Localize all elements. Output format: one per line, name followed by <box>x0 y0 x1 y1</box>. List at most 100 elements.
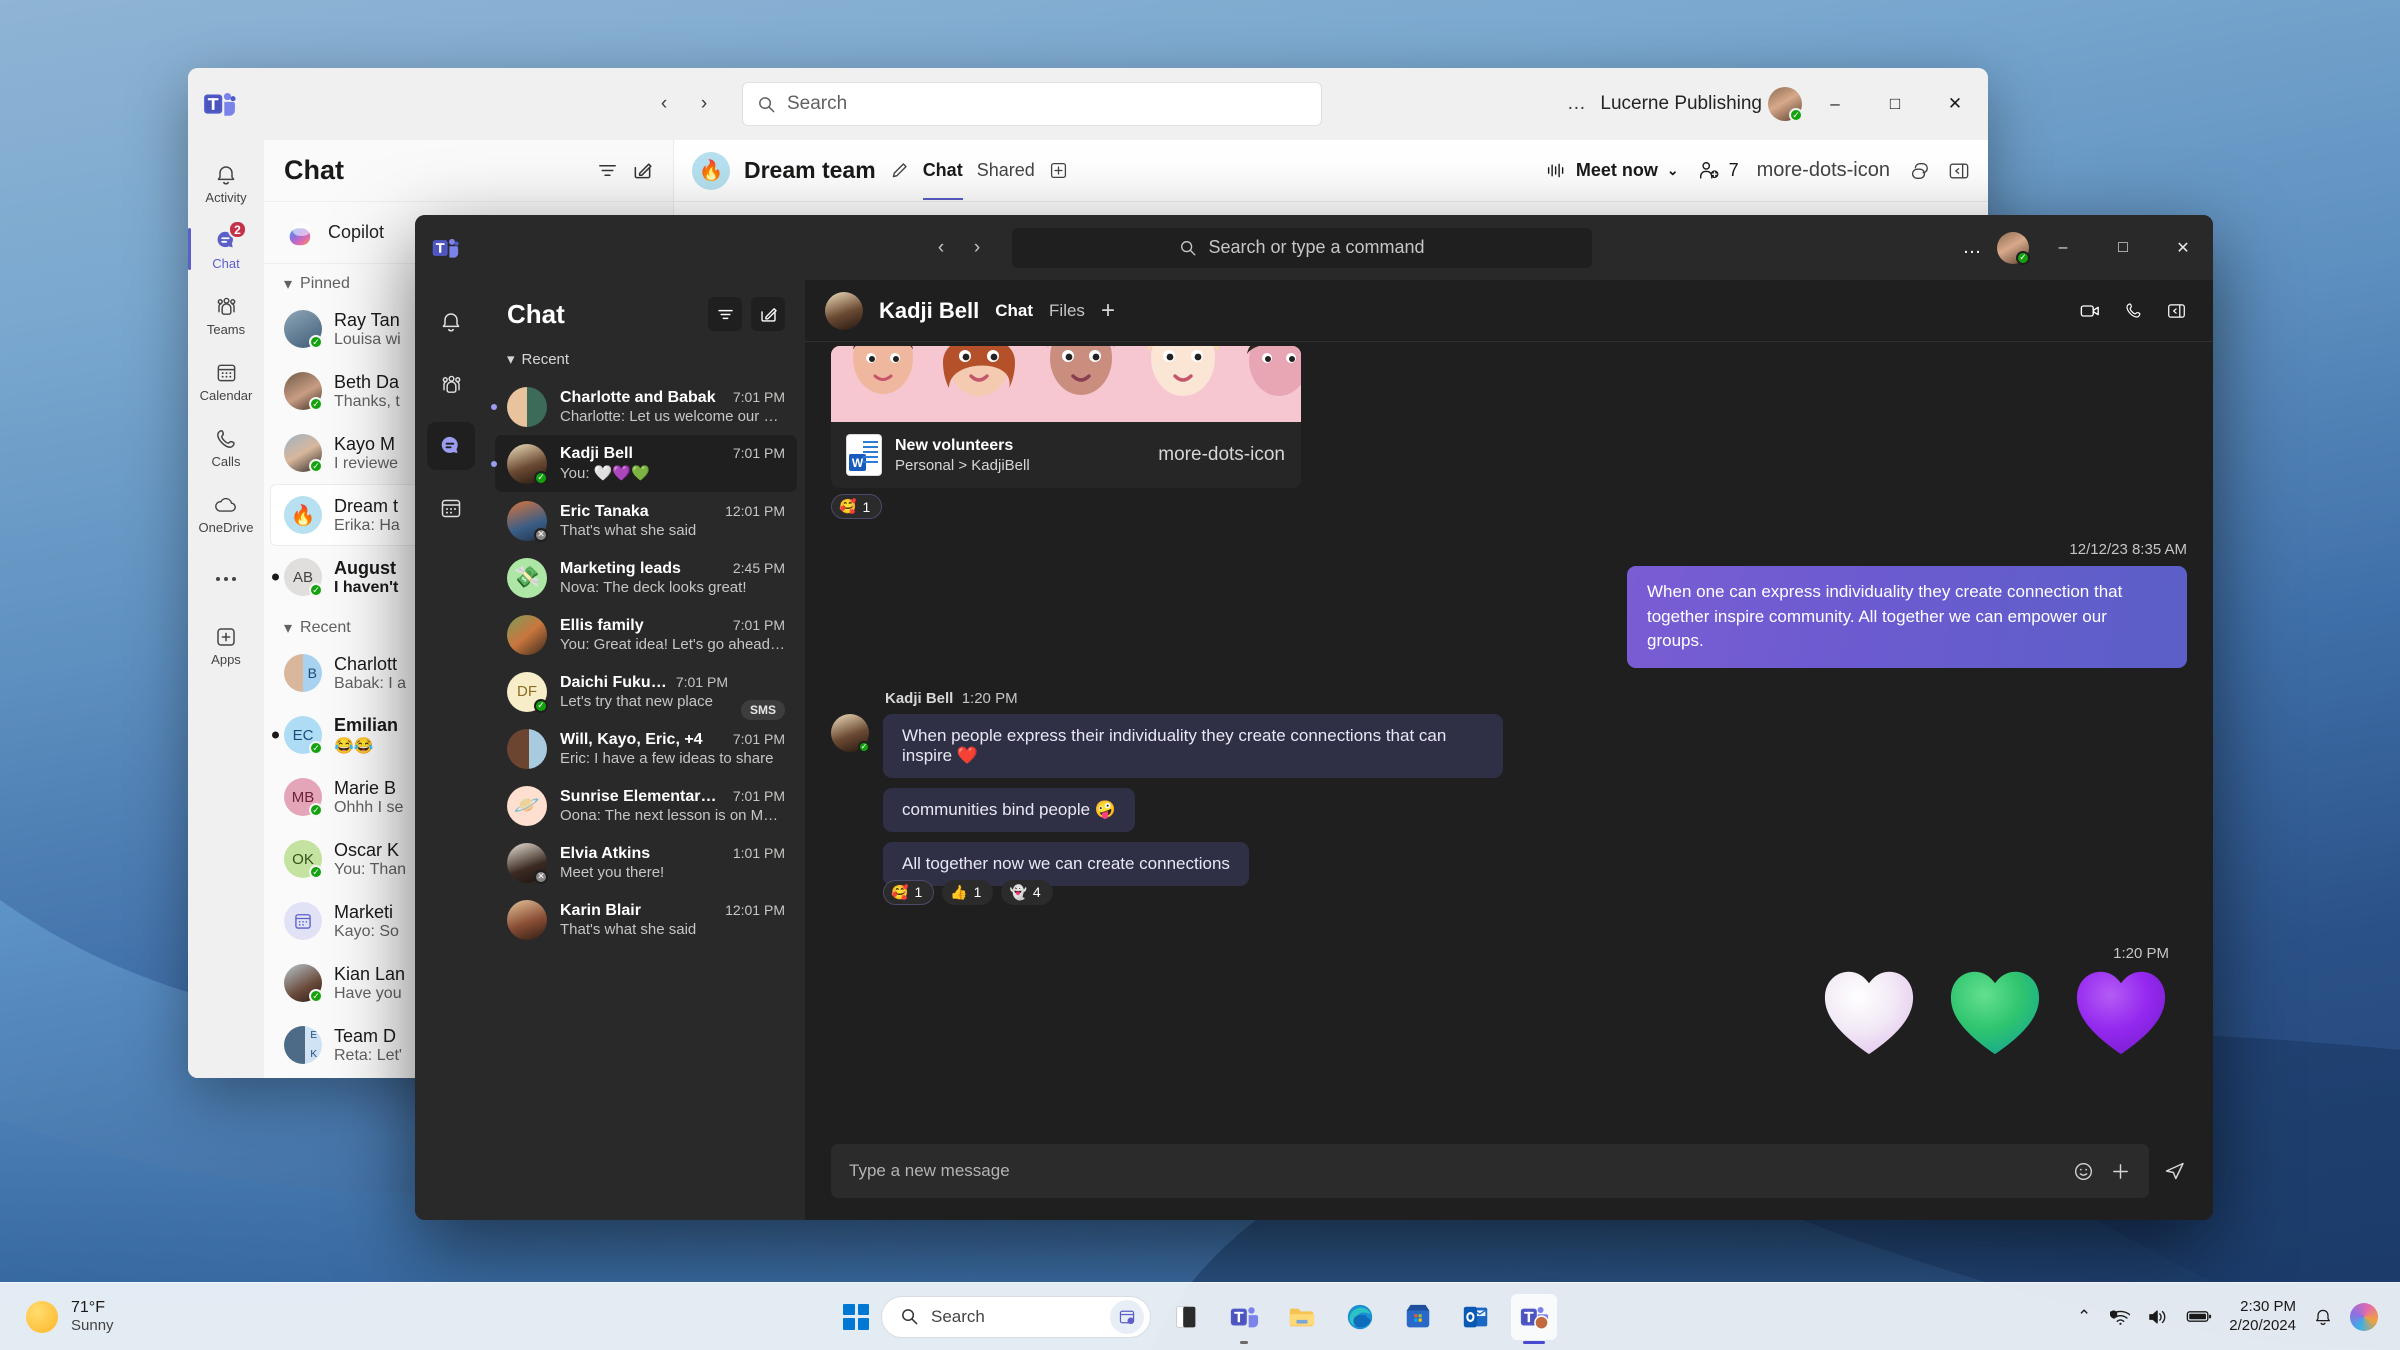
fg-chat-preview: Eric: I have a few ideas to share <box>560 750 785 767</box>
back-button[interactable]: ‹ <box>646 86 682 122</box>
card-file-row[interactable]: New volunteers Personal > KadjiBell more… <box>831 422 1301 488</box>
fg-search-bar[interactable]: Search or type a command <box>1012 228 1592 268</box>
taskbar-app-todo[interactable] <box>1163 1294 1209 1340</box>
rail-item-onedrive[interactable]: OneDrive <box>191 482 261 544</box>
fg-minimize-button[interactable]: – <box>2037 225 2089 271</box>
reaction-pill[interactable]: 👻 4 <box>1001 880 1052 905</box>
bg-tab-shared[interactable]: Shared <box>977 160 1035 181</box>
fg-chat-item-will-kayo-eric[interactable]: Will, Kayo, Eric, +4 7:01 PM Eric: I hav… <box>495 720 797 777</box>
reaction-pill[interactable]: 🥰 1 <box>831 494 882 519</box>
outgoing-message-bubble[interactable]: When one can express individuality they … <box>1627 566 2187 668</box>
reaction-pill[interactable]: 🥰 1 <box>883 880 934 905</box>
bg-maximize-button[interactable]: □ <box>1868 79 1922 129</box>
windows-taskbar[interactable]: 71°F Sunny Search <box>0 1282 2400 1350</box>
pencil-icon[interactable] <box>890 161 909 180</box>
emoji-icon[interactable] <box>2073 1161 2094 1182</box>
bg-search-bar[interactable]: Search <box>742 82 1322 126</box>
fg-chat-item-sunrise-elementary-volunteers[interactable]: 🪐 Sunrise Elementary Volunteers 7:01 PM … <box>495 777 797 834</box>
video-call-icon[interactable] <box>2073 294 2107 328</box>
more-dots-icon[interactable]: more-dots-icon <box>1158 444 1285 466</box>
purple-heart-sticker[interactable] <box>2073 966 2169 1058</box>
copilot-icon[interactable] <box>2350 1303 2378 1331</box>
taskbar-app-outlook[interactable] <box>1453 1294 1499 1340</box>
bg-minimize-button[interactable]: – <box>1808 79 1862 129</box>
fg-tab-chat[interactable]: Chat <box>995 301 1033 321</box>
widgets-icon[interactable] <box>1110 1300 1144 1334</box>
fg-add-tab-button[interactable]: + <box>1101 297 1115 325</box>
fg-back-button[interactable]: ‹ <box>924 231 958 265</box>
white-heart-sticker[interactable] <box>1821 966 1917 1058</box>
taskbar-app-file-explorer[interactable] <box>1279 1294 1325 1340</box>
send-icon[interactable] <box>2163 1159 2187 1183</box>
taskbar-search-box[interactable]: Search <box>881 1296 1151 1338</box>
open-panel-icon[interactable] <box>1948 161 1970 181</box>
chevron-down-icon[interactable]: ⌄ <box>1667 162 1679 179</box>
plus-icon[interactable] <box>2110 1161 2131 1182</box>
fg-rail-item-teams[interactable] <box>427 360 475 408</box>
fg-rail-item-activity[interactable] <box>427 298 475 346</box>
copilot-icon[interactable] <box>1908 160 1930 182</box>
fg-chat-item-elvia-atkins[interactable]: ✕ Elvia Atkins 1:01 PM Meet you there! <box>495 834 797 891</box>
bg-more-options-icon[interactable]: more-dots-icon <box>1757 159 1890 182</box>
fg-chat-item-charlotte-and-babak[interactable]: Charlotte and Babak 7:01 PM Charlotte: L… <box>495 378 797 435</box>
message-composer[interactable]: Type a new message <box>831 1144 2149 1198</box>
bg-close-button[interactable]: ✕ <box>1928 79 1982 129</box>
fg-message-thread[interactable]: New volunteers Personal > KadjiBell more… <box>805 342 2213 1134</box>
fg-rail-item-chat[interactable] <box>427 422 475 470</box>
shared-file-card[interactable]: New volunteers Personal > KadjiBell more… <box>831 346 1301 488</box>
bg-tab-chat[interactable]: Chat <box>923 160 963 181</box>
fg-chat-item-eric-tanaka[interactable]: ✕ Eric Tanaka 12:01 PM That's what she s… <box>495 492 797 549</box>
bg-chat-name: Beth Da <box>334 372 400 393</box>
fg-user-avatar[interactable]: ✓ <box>1997 232 2029 264</box>
taskbar-clock[interactable]: 2:30 PM 2/20/2024 <box>2229 1298 2296 1336</box>
reaction-pill[interactable]: 👍 1 <box>942 880 993 905</box>
start-button[interactable] <box>843 1304 869 1330</box>
rail-item-calls[interactable]: Calls <box>191 416 261 478</box>
battery-icon[interactable] <box>2186 1309 2212 1324</box>
chevron-up-icon[interactable]: ⌃ <box>2077 1307 2091 1327</box>
taskbar-app-store[interactable] <box>1395 1294 1441 1340</box>
fg-more-button[interactable]: … <box>1955 231 1989 265</box>
network-icon[interactable] <box>2108 1308 2130 1326</box>
rail-item-chat[interactable]: 2 Chat <box>191 218 261 280</box>
rail-item-apps[interactable]: Apps <box>191 614 261 676</box>
fg-tab-files[interactable]: Files <box>1049 301 1085 321</box>
fg-rail-item-calendar[interactable] <box>427 484 475 532</box>
fg-close-button[interactable]: ✕ <box>2157 225 2209 271</box>
forward-button[interactable]: › <box>686 86 722 122</box>
fg-chat-item-marketing-leads[interactable]: 💸 Marketing leads 2:45 PM Nova: The deck… <box>495 549 797 606</box>
volume-icon[interactable] <box>2147 1308 2169 1326</box>
bg-more-button[interactable]: … <box>1558 86 1594 122</box>
fg-forward-button[interactable]: › <box>960 231 994 265</box>
incoming-message-bubble[interactable]: communities bind people 🤪 <box>883 788 1135 832</box>
message-input-placeholder[interactable]: Type a new message <box>849 1161 2057 1181</box>
rail-item-more[interactable] <box>191 548 261 610</box>
participants-button[interactable]: 7 <box>1697 160 1739 181</box>
filter-icon[interactable] <box>708 297 742 331</box>
rail-item-calendar[interactable]: Calendar <box>191 350 261 412</box>
audio-call-icon[interactable] <box>2116 294 2150 328</box>
fg-maximize-button[interactable]: □ <box>2097 225 2149 271</box>
green-heart-sticker[interactable] <box>1947 966 2043 1058</box>
fg-group-recent[interactable]: ▾ Recent <box>487 348 805 378</box>
fg-chat-item-karin-blair[interactable]: Karin Blair 12:01 PM That's what she sai… <box>495 891 797 948</box>
fg-chat-item-ellis-family[interactable]: Ellis family 7:01 PM You: Great idea! Le… <box>495 606 797 663</box>
taskbar-app-teams[interactable] <box>1511 1294 1557 1340</box>
taskbar-weather-widget[interactable]: 71°F Sunny <box>0 1299 114 1334</box>
taskbar-app-edge[interactable] <box>1337 1294 1383 1340</box>
meet-now-button[interactable]: Meet now ⌄ <box>1546 160 1679 181</box>
open-panel-icon[interactable] <box>2159 294 2193 328</box>
fg-chat-item-daichi-fukuda[interactable]: DF ✓ Daichi Fukuda 7:01 PM Let's try tha… <box>495 663 797 720</box>
bg-add-tab-button[interactable] <box>1049 161 1068 180</box>
compose-icon[interactable] <box>632 160 653 181</box>
incoming-message-bubble[interactable]: When people express their individuality … <box>883 714 1503 778</box>
rail-item-teams[interactable]: Teams <box>191 284 261 346</box>
fg-chat-item-kadji-bell[interactable]: ✓ Kadji Bell 7:01 PM You: 🤍💜💚 <box>495 435 797 492</box>
notifications-bell-icon[interactable] <box>2313 1307 2333 1327</box>
taskbar-app-teams-classic[interactable] <box>1221 1294 1267 1340</box>
rail-item-activity[interactable]: Activity <box>191 152 261 214</box>
bg-user-avatar[interactable]: ✓ <box>1768 87 1802 121</box>
compose-icon[interactable] <box>751 297 785 331</box>
teams-window-foreground[interactable]: ‹ › Search or type a command … ✓ – □ ✕ <box>415 215 2213 1220</box>
filter-icon[interactable] <box>597 160 618 181</box>
